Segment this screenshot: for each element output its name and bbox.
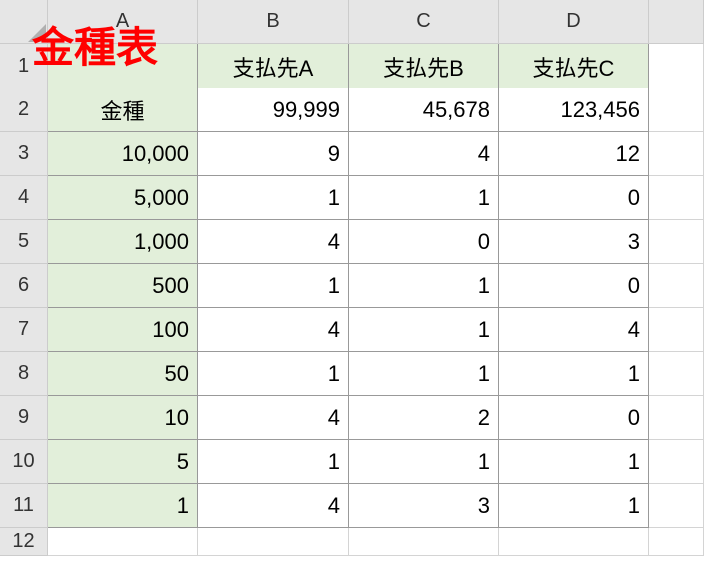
cell-C8[interactable]: 1 (349, 352, 499, 396)
select-all-triangle-icon (28, 24, 46, 42)
col-header-D[interactable]: D (499, 0, 649, 44)
cell-B5[interactable]: 4 (198, 220, 349, 264)
cell-B12[interactable] (198, 528, 349, 556)
cell-C10[interactable]: 1 (349, 440, 499, 484)
cell-A12[interactable] (48, 528, 198, 556)
row-header-3[interactable]: 3 (0, 132, 48, 176)
cell-B9[interactable]: 4 (198, 396, 349, 440)
spreadsheet-grid: A B C D 1 支払先A 支払先B 支払先C 2 金種 99,999 45,… (0, 0, 704, 572)
cell-D6[interactable]: 0 (499, 264, 649, 308)
cell-B10[interactable]: 1 (198, 440, 349, 484)
cell-D1[interactable]: 支払先C (499, 44, 649, 90)
row-header-5[interactable]: 5 (0, 220, 48, 264)
row-header-7[interactable]: 7 (0, 308, 48, 352)
cell-E6[interactable] (649, 264, 704, 308)
cell-B2[interactable]: 99,999 (198, 88, 349, 132)
cell-D9[interactable]: 0 (499, 396, 649, 440)
cell-C4[interactable]: 1 (349, 176, 499, 220)
cell-E3[interactable] (649, 132, 704, 176)
cell-C9[interactable]: 2 (349, 396, 499, 440)
cell-B3[interactable]: 9 (198, 132, 349, 176)
row-header-11[interactable]: 11 (0, 484, 48, 528)
cell-B4[interactable]: 1 (198, 176, 349, 220)
cell-D11[interactable]: 1 (499, 484, 649, 528)
row-header-4[interactable]: 4 (0, 176, 48, 220)
cell-D8[interactable]: 1 (499, 352, 649, 396)
cell-B1[interactable]: 支払先A (198, 44, 349, 90)
cell-E12[interactable] (649, 528, 704, 556)
row-header-8[interactable]: 8 (0, 352, 48, 396)
cell-E10[interactable] (649, 440, 704, 484)
cell-D5[interactable]: 3 (499, 220, 649, 264)
col-header-A[interactable]: A (48, 0, 198, 44)
cell-C2[interactable]: 45,678 (349, 88, 499, 132)
row-header-2[interactable]: 2 (0, 88, 48, 132)
cell-B7[interactable]: 4 (198, 308, 349, 352)
cell-D10[interactable]: 1 (499, 440, 649, 484)
cell-E11[interactable] (649, 484, 704, 528)
cell-A3[interactable]: 10,000 (48, 132, 198, 176)
row-header-1[interactable]: 1 (0, 44, 48, 90)
cell-C11[interactable]: 3 (349, 484, 499, 528)
row-header-10[interactable]: 10 (0, 440, 48, 484)
cell-A6[interactable]: 500 (48, 264, 198, 308)
cell-E1[interactable] (649, 44, 704, 90)
select-all-corner[interactable] (0, 0, 48, 44)
cell-E8[interactable] (649, 352, 704, 396)
cell-B8[interactable]: 1 (198, 352, 349, 396)
cell-C1[interactable]: 支払先B (349, 44, 499, 90)
row-header-12[interactable]: 12 (0, 528, 48, 556)
cell-A8[interactable]: 50 (48, 352, 198, 396)
col-header-B[interactable]: B (198, 0, 349, 44)
col-header-C[interactable]: C (349, 0, 499, 44)
cell-E4[interactable] (649, 176, 704, 220)
cell-A11[interactable]: 1 (48, 484, 198, 528)
cell-E9[interactable] (649, 396, 704, 440)
cell-B11[interactable]: 4 (198, 484, 349, 528)
row-header-6[interactable]: 6 (0, 264, 48, 308)
cell-A4[interactable]: 5,000 (48, 176, 198, 220)
cell-D7[interactable]: 4 (499, 308, 649, 352)
col-header-blank[interactable] (649, 0, 704, 44)
cell-C3[interactable]: 4 (349, 132, 499, 176)
cell-E5[interactable] (649, 220, 704, 264)
cell-B6[interactable]: 1 (198, 264, 349, 308)
cell-A2[interactable]: 金種 (48, 88, 198, 132)
cell-A9[interactable]: 10 (48, 396, 198, 440)
cell-C12[interactable] (349, 528, 499, 556)
cell-C5[interactable]: 0 (349, 220, 499, 264)
cell-A5[interactable]: 1,000 (48, 220, 198, 264)
cell-D12[interactable] (499, 528, 649, 556)
row-header-9[interactable]: 9 (0, 396, 48, 440)
cell-A7[interactable]: 100 (48, 308, 198, 352)
cell-A1[interactable] (48, 44, 198, 90)
cell-D3[interactable]: 12 (499, 132, 649, 176)
cell-D2[interactable]: 123,456 (499, 88, 649, 132)
cell-C6[interactable]: 1 (349, 264, 499, 308)
cell-E7[interactable] (649, 308, 704, 352)
cell-E2[interactable] (649, 88, 704, 132)
cell-C7[interactable]: 1 (349, 308, 499, 352)
cell-A10[interactable]: 5 (48, 440, 198, 484)
cell-D4[interactable]: 0 (499, 176, 649, 220)
